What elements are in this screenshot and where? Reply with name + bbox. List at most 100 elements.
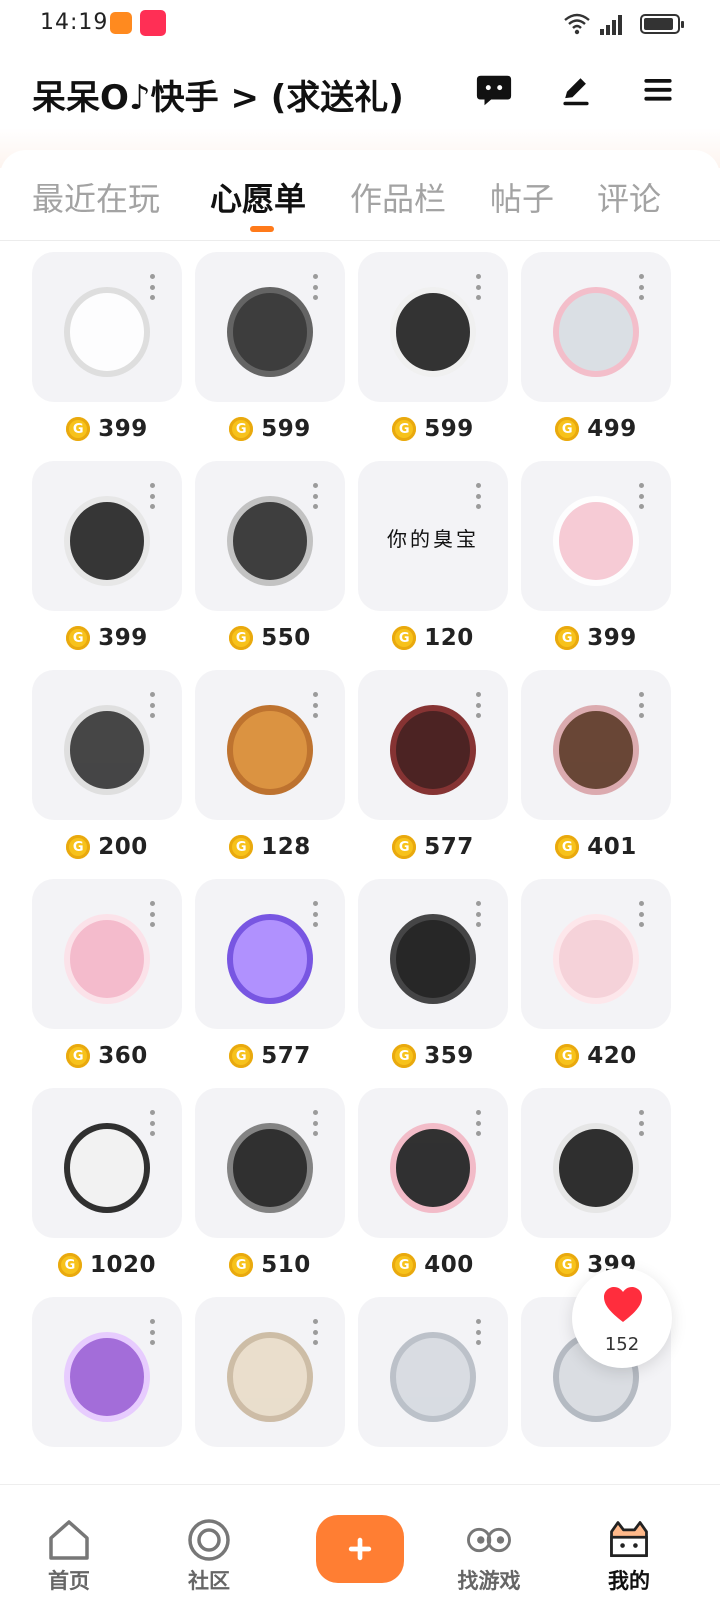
item-thumbnail[interactable] bbox=[195, 252, 345, 402]
more-options-icon[interactable] bbox=[476, 692, 482, 718]
wishlist-item[interactable]: G 399 bbox=[32, 461, 182, 651]
more-options-icon[interactable] bbox=[639, 1110, 645, 1136]
wishlist-item[interactable]: G 200 bbox=[32, 670, 182, 860]
item-thumbnail[interactable] bbox=[195, 1088, 345, 1238]
wishlist-item[interactable]: G 399 bbox=[32, 252, 182, 442]
more-options-icon[interactable] bbox=[313, 274, 319, 300]
item-thumbnail[interactable] bbox=[358, 1088, 508, 1238]
wishlist-item[interactable]: G 399 bbox=[521, 1088, 671, 1278]
tab-comments[interactable]: 评论 bbox=[597, 174, 661, 220]
wishlist-item[interactable]: G 550 bbox=[195, 461, 345, 651]
wishlist-item[interactable] bbox=[195, 1297, 345, 1447]
wishlist-item[interactable]: G 360 bbox=[32, 879, 182, 1069]
item-thumbnail[interactable] bbox=[358, 879, 508, 1029]
more-options-icon[interactable] bbox=[150, 1319, 156, 1345]
more-options-icon[interactable] bbox=[150, 1110, 156, 1136]
price-row: G 599 bbox=[195, 412, 345, 446]
notification-app-icon bbox=[110, 12, 132, 34]
item-thumbnail[interactable] bbox=[32, 670, 182, 820]
item-thumbnail[interactable] bbox=[195, 1297, 345, 1447]
more-options-icon[interactable] bbox=[476, 1319, 482, 1345]
wishlist-item[interactable]: G 599 bbox=[358, 252, 508, 442]
item-thumbnail[interactable] bbox=[32, 252, 182, 402]
coin-icon: G bbox=[57, 1253, 82, 1277]
coin-icon: G bbox=[229, 1253, 254, 1277]
wishlist-item[interactable]: G 399 bbox=[521, 461, 671, 651]
item-thumbnail[interactable] bbox=[32, 1297, 182, 1447]
nav-find-games[interactable]: 找游戏 bbox=[434, 1485, 544, 1605]
more-options-icon[interactable] bbox=[313, 901, 319, 927]
price-row: G 359 bbox=[358, 1039, 508, 1073]
wishlist-item[interactable]: G 400 bbox=[358, 1088, 508, 1278]
coin-icon: G bbox=[555, 417, 580, 441]
wishlist-item[interactable] bbox=[32, 1297, 182, 1447]
item-price: 599 bbox=[261, 416, 311, 442]
wishlist-item[interactable]: 你的臭宝 G 120 bbox=[358, 461, 508, 651]
item-price: 400 bbox=[424, 1252, 474, 1278]
more-options-icon[interactable] bbox=[476, 274, 482, 300]
message-icon[interactable] bbox=[472, 68, 516, 112]
item-thumbnail[interactable] bbox=[195, 879, 345, 1029]
signal-icon bbox=[600, 13, 630, 35]
more-options-icon[interactable] bbox=[313, 1110, 319, 1136]
more-options-icon[interactable] bbox=[313, 483, 319, 509]
page-title[interactable]: 呆呆O♪快手 > (求送礼) bbox=[32, 70, 404, 119]
tab-works[interactable]: 作品栏 bbox=[350, 174, 446, 220]
nav-home[interactable]: 首页 bbox=[14, 1485, 124, 1605]
item-thumbnail[interactable] bbox=[521, 879, 671, 1029]
more-options-icon[interactable] bbox=[313, 692, 319, 718]
wishlist-item[interactable]: G 1020 bbox=[32, 1088, 182, 1278]
create-button[interactable] bbox=[316, 1515, 404, 1583]
item-thumbnail[interactable] bbox=[521, 670, 671, 820]
menu-icon[interactable] bbox=[636, 68, 680, 112]
item-thumbnail[interactable] bbox=[358, 1297, 508, 1447]
item-thumbnail[interactable]: 你的臭宝 bbox=[358, 461, 508, 611]
item-image bbox=[64, 287, 150, 377]
wishlist-item[interactable]: G 420 bbox=[521, 879, 671, 1069]
item-thumbnail[interactable] bbox=[358, 670, 508, 820]
item-thumbnail[interactable] bbox=[521, 252, 671, 402]
item-thumbnail[interactable] bbox=[195, 670, 345, 820]
coin-icon: G bbox=[66, 626, 91, 650]
item-thumbnail[interactable] bbox=[32, 879, 182, 1029]
more-options-icon[interactable] bbox=[476, 901, 482, 927]
wishlist-item[interactable]: G 128 bbox=[195, 670, 345, 860]
more-options-icon[interactable] bbox=[639, 692, 645, 718]
item-thumbnail[interactable] bbox=[32, 461, 182, 611]
price-row: G 401 bbox=[521, 830, 671, 864]
item-thumbnail[interactable] bbox=[195, 461, 345, 611]
more-options-icon[interactable] bbox=[639, 901, 645, 927]
like-button[interactable]: 152 bbox=[572, 1268, 672, 1368]
more-options-icon[interactable] bbox=[639, 274, 645, 300]
item-thumbnail[interactable] bbox=[521, 1088, 671, 1238]
item-thumbnail[interactable] bbox=[521, 461, 671, 611]
item-thumbnail[interactable] bbox=[358, 252, 508, 402]
wishlist-item[interactable]: G 599 bbox=[195, 252, 345, 442]
edit-icon[interactable] bbox=[554, 68, 598, 112]
wishlist-item[interactable] bbox=[358, 1297, 508, 1447]
nav-me[interactable]: 我的 bbox=[574, 1485, 684, 1605]
tab-recent[interactable]: 最近在玩 bbox=[32, 174, 160, 220]
coin-icon: G bbox=[392, 417, 417, 441]
more-options-icon[interactable] bbox=[150, 692, 156, 718]
wishlist-item[interactable]: G 359 bbox=[358, 879, 508, 1069]
find-games-icon bbox=[466, 1517, 512, 1563]
more-options-icon[interactable] bbox=[150, 274, 156, 300]
wishlist-item[interactable]: G 577 bbox=[358, 670, 508, 860]
more-options-icon[interactable] bbox=[639, 483, 645, 509]
tab-posts[interactable]: 帖子 bbox=[490, 174, 554, 220]
item-image bbox=[64, 1123, 150, 1213]
wishlist-item[interactable]: G 510 bbox=[195, 1088, 345, 1278]
more-options-icon[interactable] bbox=[150, 483, 156, 509]
more-options-icon[interactable] bbox=[150, 901, 156, 927]
more-options-icon[interactable] bbox=[313, 1319, 319, 1345]
tab-wishlist[interactable]: 心愿单 bbox=[210, 174, 306, 220]
wishlist-item[interactable]: G 401 bbox=[521, 670, 671, 860]
more-options-icon[interactable] bbox=[476, 483, 482, 509]
wishlist-item[interactable]: G 499 bbox=[521, 252, 671, 442]
nav-community[interactable]: 社区 bbox=[154, 1485, 264, 1605]
heart-icon bbox=[604, 1287, 642, 1322]
item-thumbnail[interactable] bbox=[32, 1088, 182, 1238]
more-options-icon[interactable] bbox=[476, 1110, 482, 1136]
wishlist-item[interactable]: G 577 bbox=[195, 879, 345, 1069]
